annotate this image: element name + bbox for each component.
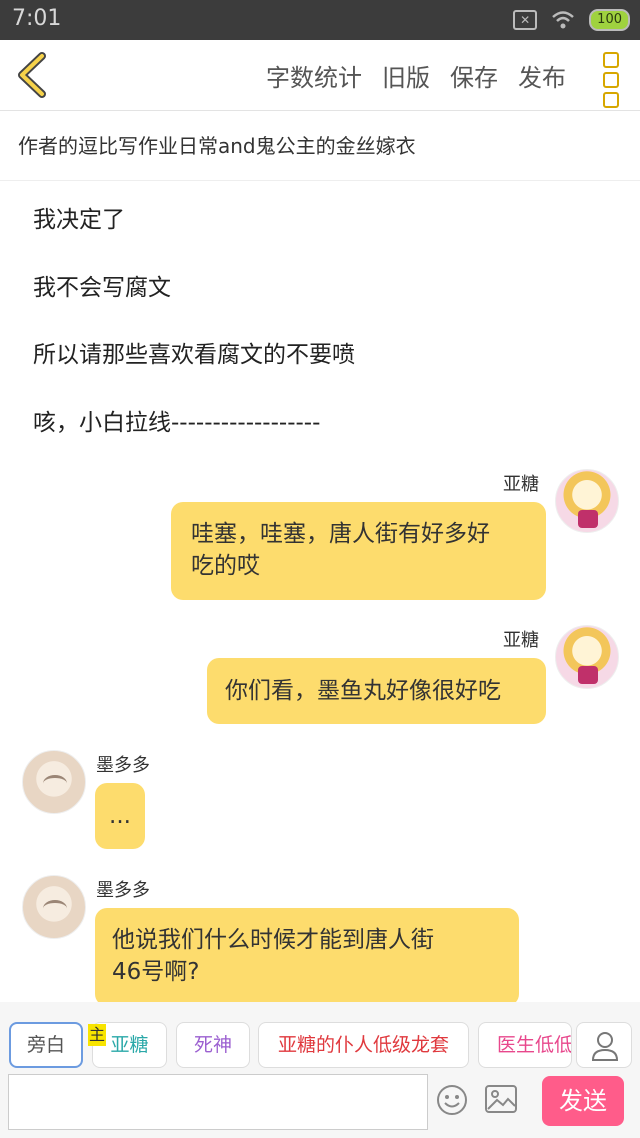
- speaker-name: 墨多多: [96, 880, 150, 901]
- word-count-button[interactable]: 字数统计: [266, 58, 362, 93]
- narration-line[interactable]: 我不会写腐文: [33, 268, 171, 302]
- more-menu-icon[interactable]: [600, 52, 622, 108]
- narration-line[interactable]: 咳，小白拉线------------------: [33, 403, 320, 437]
- message-line: 吃的哎: [191, 553, 260, 579]
- battery-icon: 100: [589, 9, 630, 31]
- add-role-button[interactable]: [576, 1022, 632, 1068]
- speaker-name: 亚糖: [503, 474, 539, 495]
- message-line: 你们看，墨鱼丸好像很好吃: [225, 678, 501, 704]
- wifi-icon: [552, 11, 575, 29]
- role-narrator-chip[interactable]: 旁白: [9, 1022, 83, 1068]
- narration-line[interactable]: 我决定了: [33, 200, 125, 234]
- speaker-name: 墨多多: [96, 755, 150, 776]
- narration-line[interactable]: 所以请那些喜欢看腐文的不要喷: [33, 335, 355, 369]
- message-bubble[interactable]: 你们看，墨鱼丸好像很好吃: [207, 658, 546, 724]
- role-chip-doctor[interactable]: 医生低低: [478, 1022, 572, 1068]
- story-title[interactable]: 作者的逗比写作业日常and鬼公主的金丝嫁衣: [0, 111, 640, 181]
- person-icon: [591, 1032, 619, 1061]
- top-bar: 字数统计 旧版 保存 发布: [0, 40, 640, 111]
- avatar-moduo[interactable]: [22, 750, 86, 814]
- message-bubble[interactable]: 哇塞，哇塞，唐人街有好多好 吃的哎: [171, 502, 546, 600]
- avatar-moduo[interactable]: [22, 875, 86, 939]
- role-selector-bar: 旁白 亚糖 主 死神 亚糖的仆人低级龙套 医生低低: [0, 1002, 640, 1074]
- back-chevron-icon[interactable]: [14, 52, 54, 98]
- emoji-icon[interactable]: [436, 1084, 468, 1116]
- message-line: 46号啊?: [112, 959, 200, 985]
- toolbar-actions: 字数统计 旧版 保存 发布: [266, 40, 566, 110]
- send-button[interactable]: 发送: [542, 1076, 624, 1126]
- publish-button[interactable]: 发布: [518, 58, 566, 93]
- chat-content: 我决定了 我不会写腐文 所以请那些喜欢看腐文的不要喷 咳，小白拉线-------…: [0, 182, 640, 1002]
- image-icon[interactable]: [484, 1084, 518, 1114]
- message-line: 哇塞，哇塞，唐人街有好多好: [191, 521, 490, 547]
- input-bar: 发送: [0, 1074, 640, 1138]
- status-bar: 7:01 ✕ 100: [0, 0, 640, 40]
- avatar-yatang[interactable]: [555, 469, 619, 533]
- sim-icon: ✕: [513, 10, 538, 30]
- old-version-button[interactable]: 旧版: [382, 58, 430, 93]
- avatar-yatang[interactable]: [555, 625, 619, 689]
- message-line: 他说我们什么时候才能到唐人街: [112, 927, 434, 953]
- status-icons: ✕ 100: [513, 9, 630, 31]
- message-input[interactable]: [8, 1074, 428, 1130]
- status-time: 7:01: [12, 6, 62, 31]
- role-chip-death[interactable]: 死神: [176, 1022, 250, 1068]
- message-bubble[interactable]: 他说我们什么时候才能到唐人街 46号啊?: [95, 908, 519, 1002]
- save-button[interactable]: 保存: [450, 58, 498, 93]
- main-role-badge: 主: [88, 1024, 106, 1046]
- role-chip-servant[interactable]: 亚糖的仆人低级龙套: [258, 1022, 469, 1068]
- message-bubble[interactable]: ...: [95, 783, 145, 849]
- speaker-name: 亚糖: [503, 630, 539, 651]
- message-line: ...: [109, 803, 131, 829]
